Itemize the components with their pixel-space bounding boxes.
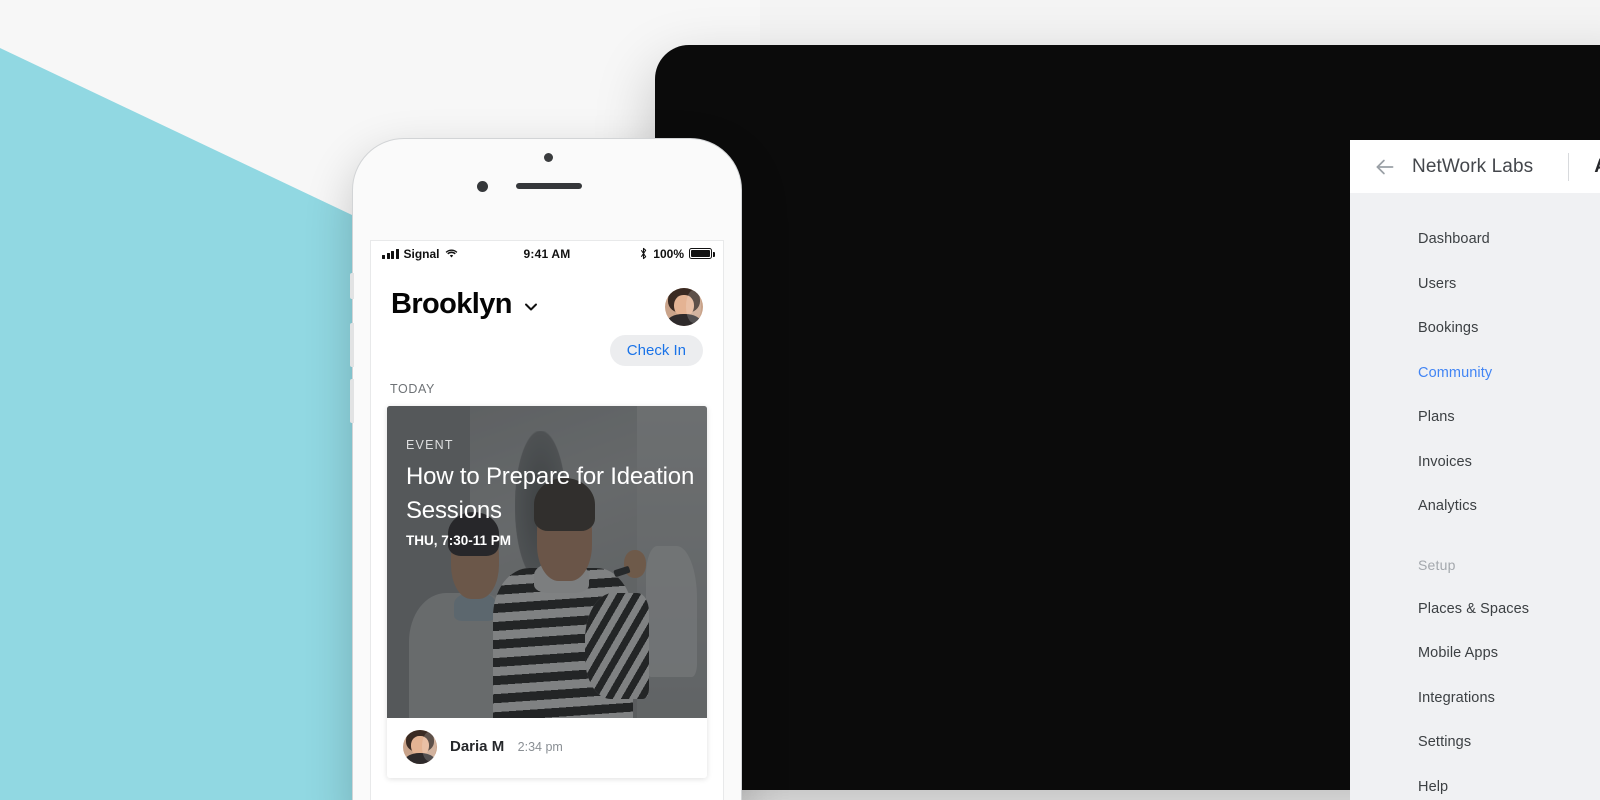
brand-name[interactable]: NetWork Labs (1412, 156, 1533, 178)
bluetooth-icon (641, 247, 647, 260)
phone-front-camera-icon (477, 181, 488, 192)
status-left: Signal (382, 247, 492, 261)
phone-date-label: TODAY (390, 382, 435, 396)
arrow-left-icon[interactable] (1372, 154, 1398, 180)
profile-avatar (665, 288, 703, 326)
phone-post-head: Daria M 2:34 pm (450, 738, 563, 756)
page-title: Account (1594, 156, 1600, 178)
topbar-divider (1568, 152, 1570, 181)
phone-device: Signal 9:41 AM 100% Brooklyn Check In TO… (350, 138, 742, 800)
phone-hero-text-block: EVENT How to Prepare for Ideation Sessio… (406, 438, 707, 548)
city-name[interactable]: Brooklyn (391, 288, 512, 321)
event-time: THU, 7:30-11 PM (406, 533, 512, 548)
phone-status-bar: Signal 9:41 AM 100% (371, 241, 723, 266)
post-author: Daria M (450, 738, 505, 755)
check-in-row: Check In (371, 326, 723, 366)
phone-volume-up-button (350, 323, 354, 367)
sidebar-group-setup: Setup (1418, 556, 1456, 573)
cellular-bars-icon (382, 248, 399, 259)
sidebar-nav: Dashboard Users Bookings Community Plans… (1350, 193, 1600, 800)
tablet-device: NetWork Labs Account Dashboard Users Boo… (655, 45, 1600, 800)
sidebar-item-integrations[interactable]: Integrations (1350, 676, 1600, 721)
wifi-icon (445, 249, 457, 258)
phone-event-hero-image: EVENT How to Prepare for Ideation Sessio… (387, 406, 707, 718)
sidebar-item-label: Bookings (1418, 320, 1479, 337)
sidebar-item-settings[interactable]: Settings (1350, 720, 1600, 765)
sidebar-item-label: Help (1418, 778, 1449, 795)
phone-proximity-sensor-icon (544, 153, 553, 162)
phone-screen: Signal 9:41 AM 100% Brooklyn Check In TO… (370, 240, 724, 800)
sidebar-item-label: Places & Spaces (1418, 600, 1530, 617)
phone-mute-switch (350, 273, 354, 299)
post-timestamp: 2:34 pm (517, 740, 563, 754)
sidebar-item-community[interactable]: Community (1350, 351, 1600, 396)
tablet-top-bar: NetWork Labs Account (1350, 140, 1600, 193)
sidebar-item-analytics[interactable]: Analytics (1350, 484, 1600, 529)
phone-earpiece-speaker (516, 183, 582, 189)
avatar (403, 730, 437, 764)
sidebar-item-label: Community (1418, 364, 1493, 381)
sidebar-item-places-and-spaces[interactable]: Places & Spaces (1350, 587, 1600, 632)
event-kicker: EVENT (406, 438, 454, 452)
event-title: How to Prepare for Ideation Sessions (406, 463, 695, 524)
sidebar-item-label: Analytics (1418, 498, 1477, 515)
phone-event-card[interactable]: EVENT How to Prepare for Ideation Sessio… (387, 406, 707, 778)
sidebar-item-plans[interactable]: Plans (1350, 395, 1600, 440)
status-time: 9:41 AM (523, 246, 571, 261)
chevron-down-icon[interactable] (521, 297, 541, 317)
sidebar-item-help[interactable]: Help (1350, 765, 1600, 800)
carrier-name: Signal (403, 246, 440, 261)
sidebar-item-label: Invoices (1418, 453, 1472, 470)
tablet-screen: NetWork Labs Account Dashboard Users Boo… (1350, 140, 1600, 800)
sidebar-item-label: Dashboard (1418, 231, 1490, 248)
battery-percent: 100% (653, 246, 684, 261)
sidebar-item-label: Plans (1418, 409, 1455, 426)
battery-full-icon (689, 248, 715, 259)
sidebar-item-bookings[interactable]: Bookings (1350, 306, 1600, 351)
phone-post-row: Daria M 2:34 pm (387, 718, 707, 778)
phone-header: Brooklyn (371, 266, 723, 326)
status-right: 100% (602, 246, 715, 261)
sidebar-item-label: Users (1418, 275, 1457, 292)
tablet-body: Dashboard Users Bookings Community Plans… (1350, 193, 1600, 800)
sidebar-item-label: Mobile Apps (1418, 645, 1499, 662)
avatar[interactable] (665, 288, 703, 326)
sidebar-item-users[interactable]: Users (1350, 262, 1600, 307)
phone-volume-down-button (350, 379, 354, 423)
check-in-button[interactable]: Check In (609, 335, 703, 366)
sidebar-item-label: Settings (1418, 734, 1472, 751)
sidebar-item-label: Integrations (1418, 689, 1495, 706)
sidebar-item-invoices[interactable]: Invoices (1350, 440, 1600, 485)
sidebar-item-dashboard[interactable]: Dashboard (1350, 217, 1600, 262)
sidebar-item-mobile-apps[interactable]: Mobile Apps (1350, 631, 1600, 676)
